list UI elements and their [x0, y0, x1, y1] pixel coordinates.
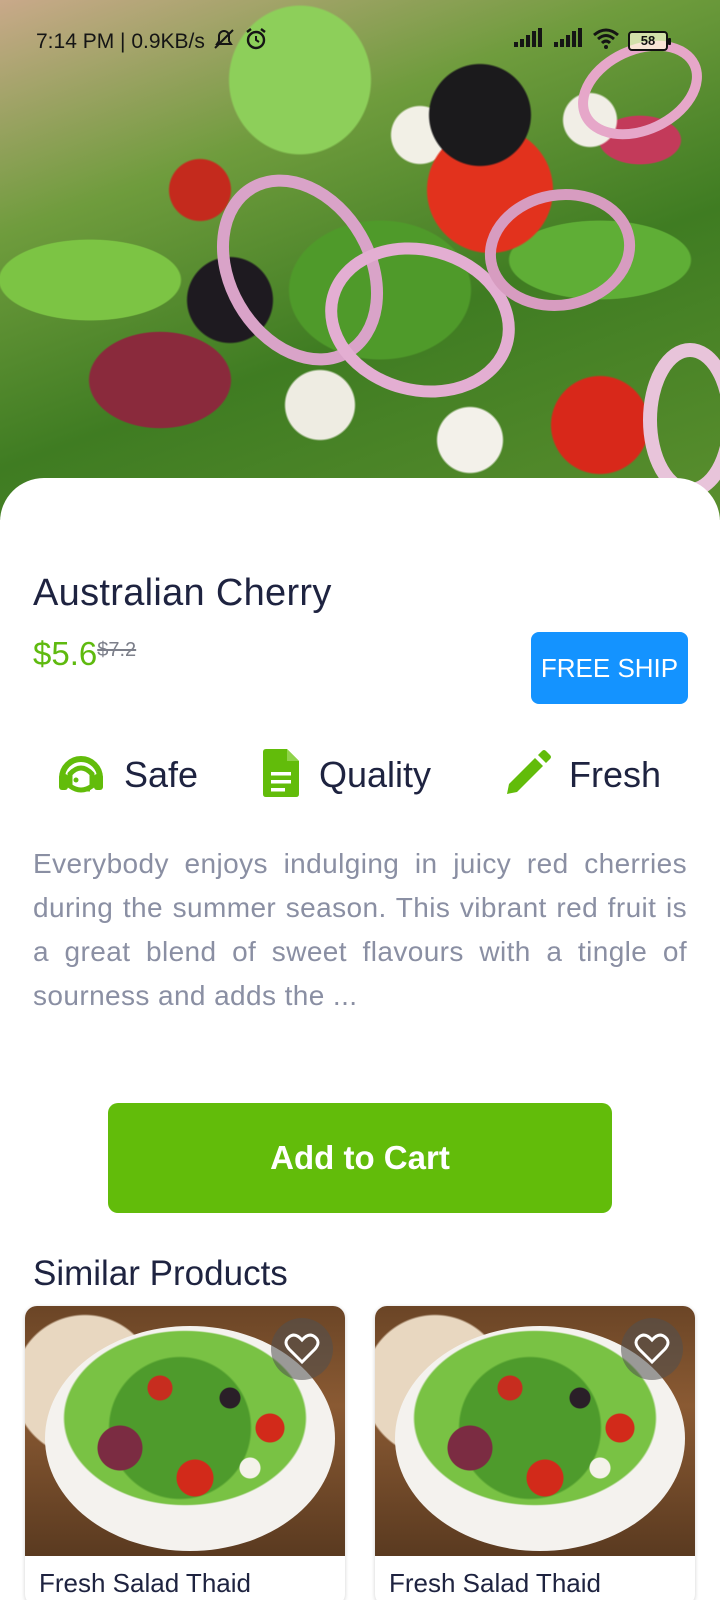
status-bar-right: 58 [512, 27, 671, 54]
feature-fresh: Fresh [505, 745, 661, 805]
status-bar: 7:14 PM | 0.9KB/s 58 [0, 0, 720, 80]
signal-icon [512, 28, 544, 53]
old-price: $7.2 [97, 639, 137, 661]
similar-product-image [375, 1306, 695, 1556]
add-to-cart-button[interactable]: Add to Cart [108, 1103, 612, 1213]
price-row: $5.6 $7.2 [33, 635, 136, 673]
feature-quality: Quality [261, 745, 431, 805]
feature-fresh-label: Fresh [569, 754, 662, 795]
wifi-icon [592, 27, 620, 54]
similar-product-name: Fresh Salad Thaid [389, 1568, 601, 1598]
similar-product-card[interactable]: Fresh Salad Thaid [375, 1306, 695, 1600]
current-price: $5.6 [33, 635, 98, 672]
feature-quality-label: Quality [319, 754, 432, 795]
product-description: Everybody enjoys indulging in juicy red … [33, 848, 687, 1011]
feature-safe: Safe [56, 745, 198, 805]
document-icon [261, 748, 301, 803]
signal-icon-2 [552, 28, 584, 53]
feature-safe-label: Safe [124, 754, 199, 795]
alarm-icon [243, 27, 269, 57]
favorite-button[interactable] [621, 1318, 683, 1380]
free-ship-badge: FREE SHIP [531, 632, 688, 704]
similar-product-name: Fresh Salad Thaid [39, 1568, 251, 1598]
status-bar-left: 7:14 PM | 0.9KB/s [36, 27, 269, 57]
heart-icon [284, 1333, 320, 1365]
product-title: Australian Cherry [33, 572, 332, 614]
heart-icon [634, 1333, 670, 1365]
favorite-button[interactable] [271, 1318, 333, 1380]
similar-products-heading: Similar Products [33, 1254, 288, 1293]
pencil-icon [505, 749, 551, 801]
status-time: 7:14 PM | 0.9KB/s [36, 30, 205, 53]
similar-product-image [25, 1306, 345, 1556]
feature-list: Safe Quality Fresh [0, 745, 720, 815]
similar-product-card[interactable]: Fresh Salad Thaid [25, 1306, 345, 1600]
mute-icon [211, 28, 237, 56]
battery-icon: 58 [628, 30, 671, 51]
headset-icon [56, 750, 106, 801]
